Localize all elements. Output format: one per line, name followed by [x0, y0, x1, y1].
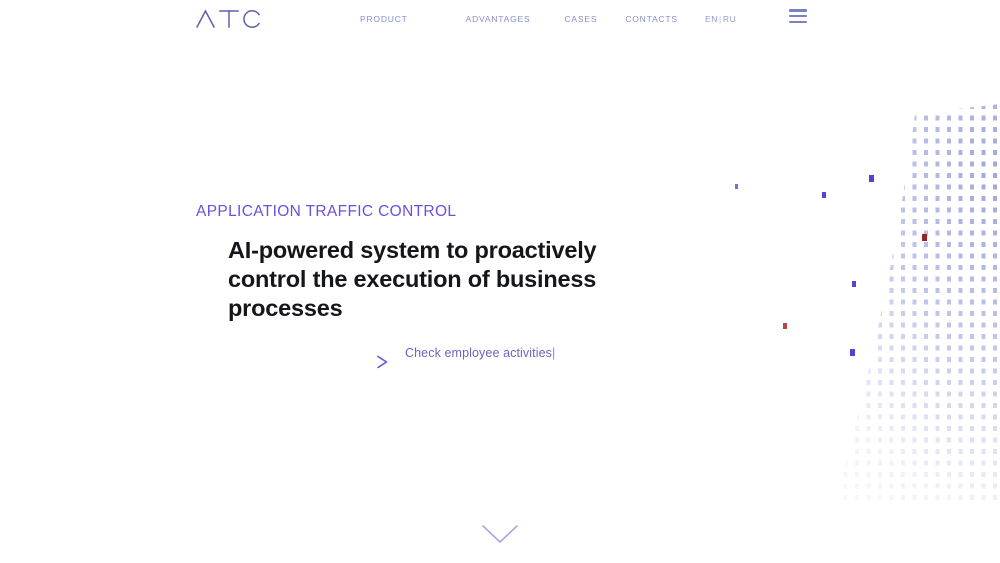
hero-cta-text[interactable]: Check employee activities|: [405, 346, 555, 360]
typing-caret: |: [552, 346, 556, 360]
hamburger-bar: [789, 14, 807, 18]
language-option-en[interactable]: EN: [705, 14, 718, 24]
hamburger-bar: [789, 20, 807, 23]
nav-item-advantages[interactable]: ADVANTAGES: [466, 14, 531, 24]
language-separator: |: [719, 14, 722, 24]
hero-cta-row: Check employee activities|: [0, 344, 620, 369]
atc-logo[interactable]: [195, 6, 261, 32]
arrow-right-icon: [0, 351, 391, 373]
language-option-ru[interactable]: RU: [723, 14, 736, 24]
main-nav: PRODUCT ADVANTAGES CASES CONTACTS: [360, 14, 678, 24]
nav-item-product[interactable]: PRODUCT: [360, 14, 408, 24]
chevron-down-icon[interactable]: [481, 524, 519, 546]
nav-item-cases[interactable]: CASES: [564, 14, 597, 24]
hamburger-bar: [789, 9, 807, 12]
site-header: PRODUCT ADVANTAGES CASES CONTACTS EN|RU: [0, 0, 1000, 40]
hamburger-menu-icon[interactable]: [789, 9, 807, 23]
hero-cta-label: Check employee activities: [405, 346, 553, 360]
hero-section: APPLICATION TRAFFIC CONTROL AI-powered s…: [0, 0, 1000, 563]
nav-item-contacts[interactable]: CONTACTS: [625, 14, 678, 24]
language-switcher: EN|RU: [705, 14, 736, 24]
hero-eyebrow: APPLICATION TRAFFIC CONTROL: [196, 203, 457, 220]
hero-headline: AI-powered system to proactively control…: [228, 237, 597, 321]
